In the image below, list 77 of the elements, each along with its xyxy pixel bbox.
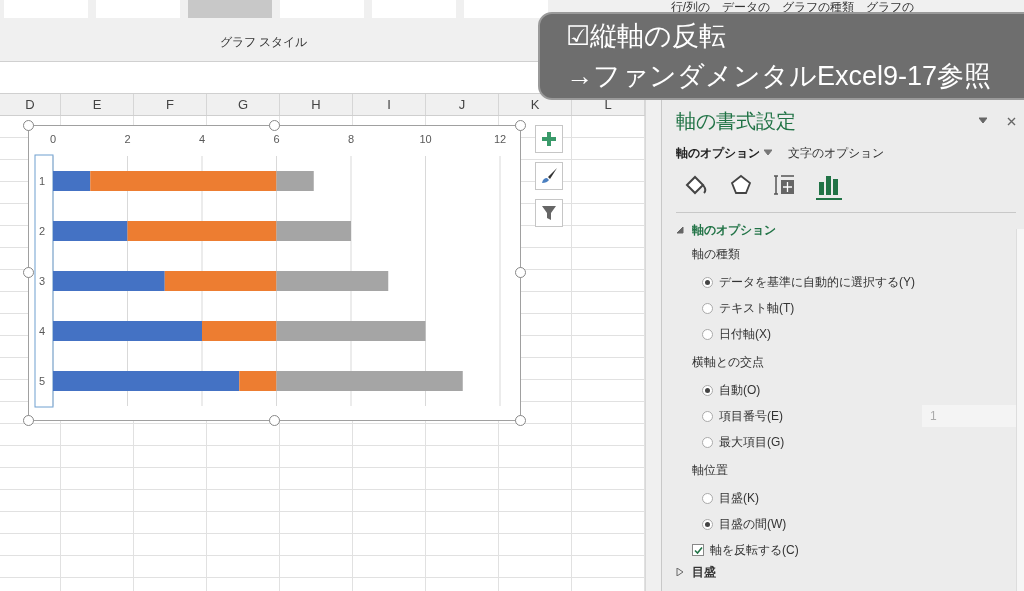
column-header[interactable]: E [61,94,134,115]
radio-button[interactable] [702,492,713,504]
ribbon-button[interactable]: 行/列の [670,0,710,14]
group-label: 軸位置 [692,462,729,479]
expanded-triangle-icon [676,226,684,234]
resize-handle[interactable] [515,267,526,278]
bar-chart-icon [818,174,840,196]
chart-element-button[interactable] [535,125,563,153]
column-header[interactable]: F [134,94,207,115]
radio-label[interactable]: 目盛の間(W) [719,515,787,533]
size-properties-icon [774,174,796,196]
checkbox[interactable] [692,544,704,556]
group-label: 横軸との交点 [692,354,765,371]
column-header[interactable]: J [426,94,499,115]
resize-handle[interactable] [23,415,34,426]
ribbon-group-label: グラフ スタイル [220,33,308,51]
axis-tick-label: 8 [347,133,355,145]
resize-handle[interactable] [515,120,526,131]
radio-button[interactable] [702,410,713,422]
paint-bucket-icon [684,174,708,196]
radio-label[interactable]: 日付軸(X) [719,325,771,343]
axis-tick-label: 12 [493,133,507,145]
category-label: 4 [39,325,46,337]
ribbon-button[interactable]: データの [722,0,770,14]
caret-icon [764,149,772,157]
ribbon-button[interactable]: グラフの [866,0,914,14]
filter-icon [541,205,557,221]
pentagon-icon [730,174,752,196]
column-header[interactable]: G [207,94,280,115]
chart-element-button[interactable] [535,199,563,227]
radio-button[interactable] [702,328,713,340]
radio-button[interactable] [702,518,713,530]
radio-label[interactable]: 目盛(K) [719,489,759,507]
column-header[interactable]: D [0,94,61,115]
category-label: 3 [39,275,46,287]
caret-icon [979,117,987,125]
caption-text: ☑縦軸の反転 [566,20,727,53]
radio-button[interactable] [702,276,713,288]
axis-tick-label: 6 [273,133,280,145]
resize-handle[interactable] [23,120,34,131]
column-header[interactable]: H [280,94,353,115]
radio-button[interactable] [702,384,713,396]
axis-tick-label: 4 [198,133,206,145]
ribbon-button[interactable]: グラフの種類 [782,0,854,14]
resize-handle[interactable] [515,415,526,426]
pane-tab[interactable]: 軸のオプション [676,144,772,162]
collapsed-triangle-icon [676,568,684,576]
checkbox-label[interactable]: 軸を反転する(C) [710,541,799,559]
resize-handle[interactable] [23,267,34,278]
radio-button[interactable] [702,302,713,314]
pane-title: 軸の書式設定 [676,109,796,134]
category-label: 1 [39,175,46,187]
caption-text: →ファンダメンタルExcel9-17参照 [566,60,993,93]
resize-handle[interactable] [269,415,280,426]
chart-style-thumbnail[interactable] [188,0,272,18]
section-title[interactable]: 目盛 [692,563,716,581]
chart-style-thumbnail[interactable] [464,0,548,18]
radio-label[interactable]: 自動(O) [719,381,761,399]
axis-tick-label: 0 [49,133,57,145]
section-title[interactable]: 軸のオプション [692,221,776,239]
radio-label[interactable]: 項目番号(E) [719,407,783,425]
pane-scrollbar[interactable] [1016,229,1024,591]
chart-element-button[interactable] [535,162,563,190]
group-label: 軸の種類 [692,246,741,263]
close-icon[interactable] [1007,116,1016,126]
plus-icon [541,131,557,147]
category-label: 2 [39,225,46,237]
resize-handle[interactable] [269,120,280,131]
axis-tick-label: 10 [419,133,432,145]
column-header[interactable]: I [353,94,426,115]
radio-button[interactable] [702,436,713,448]
radio-label[interactable]: データを基準に自動的に選択する(Y) [719,273,915,291]
radio-label[interactable]: 最大項目(G) [719,433,785,451]
axis-tick-label: 2 [124,133,131,145]
category-label: 5 [39,375,46,387]
pane-tab[interactable]: 文字のオプション [788,144,884,162]
radio-label[interactable]: テキスト軸(T) [719,299,795,317]
